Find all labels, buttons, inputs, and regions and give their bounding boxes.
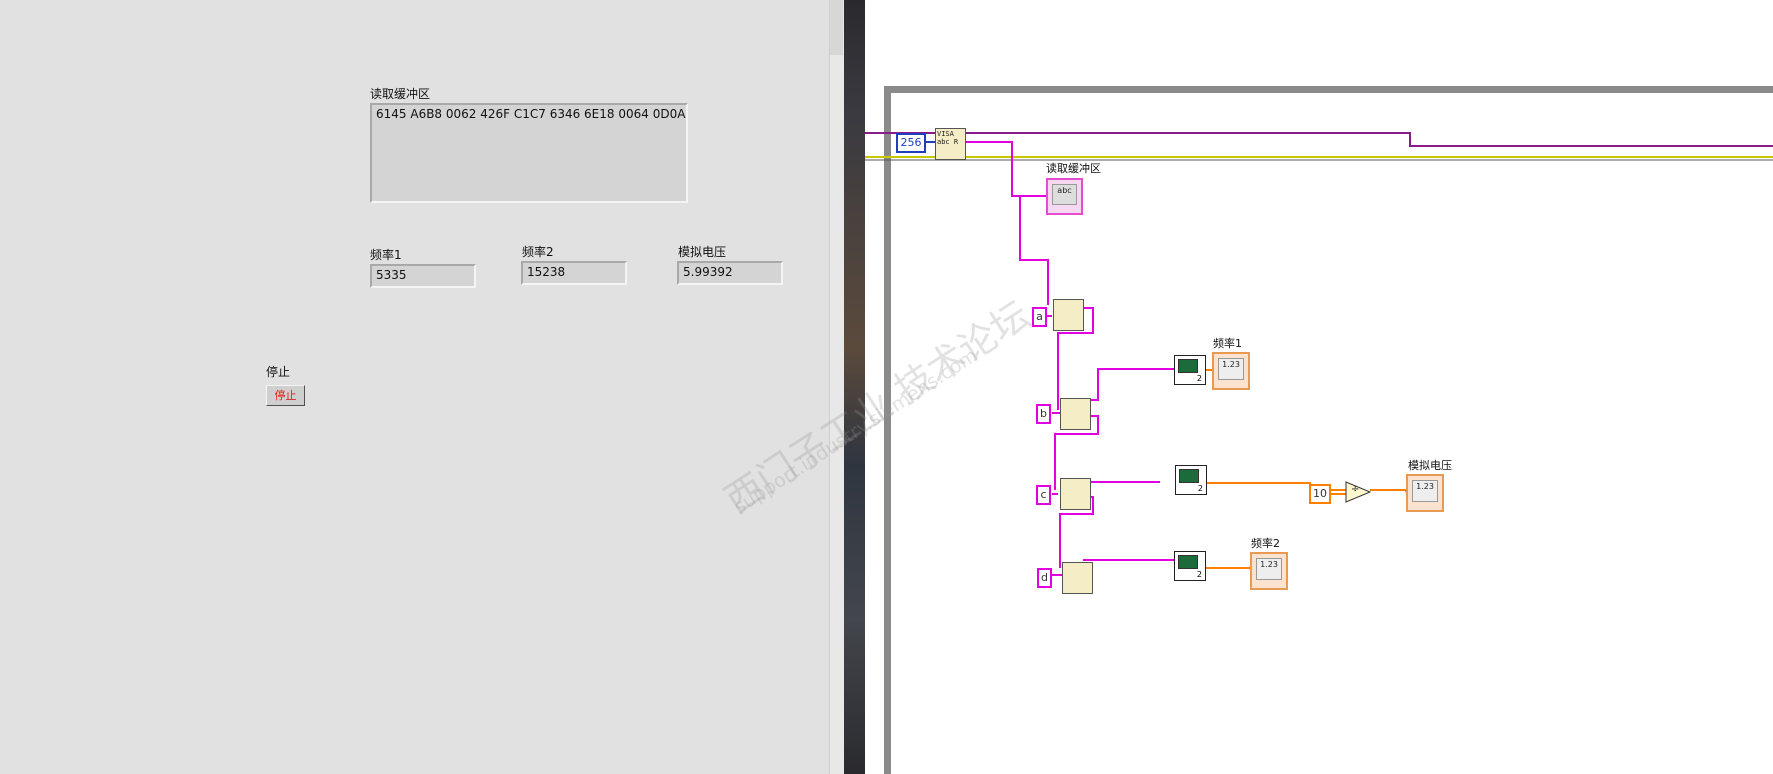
pattern-c-constant[interactable]: c bbox=[1036, 485, 1051, 505]
analog-voltage-terminal-label: 模拟电压 bbox=[1408, 459, 1452, 472]
read-buffer-terminal-text: abc bbox=[1052, 184, 1077, 205]
bytes-to-read-constant[interactable]: 256 bbox=[896, 133, 926, 153]
read-buffer-terminal-label: 读取缓冲区 bbox=[1046, 162, 1101, 175]
match-pattern-function-d[interactable] bbox=[1062, 562, 1093, 594]
pattern-d-constant[interactable]: d bbox=[1037, 568, 1052, 588]
freq2-terminal[interactable]: 1.23 bbox=[1250, 552, 1288, 590]
freq1-terminal-label: 频率1 bbox=[1213, 337, 1242, 350]
visa-read-function[interactable]: VISA abc R bbox=[935, 128, 966, 160]
pattern-a-constant[interactable]: a bbox=[1032, 307, 1047, 327]
read-buffer-terminal[interactable]: abc bbox=[1046, 178, 1083, 215]
wires bbox=[865, 132, 1773, 576]
match-pattern-function-a[interactable] bbox=[1053, 299, 1084, 331]
string-to-number-1[interactable]: 2 bbox=[1174, 355, 1206, 385]
freq1-terminal[interactable]: 1.23 bbox=[1212, 352, 1250, 390]
freq2-terminal-label: 频率2 bbox=[1251, 537, 1280, 550]
string-to-number-2[interactable]: 2 bbox=[1175, 465, 1207, 495]
string-to-number-3[interactable]: 2 bbox=[1174, 551, 1206, 581]
match-pattern-function-c[interactable] bbox=[1060, 478, 1091, 510]
divide-symbol: ÷ bbox=[1351, 484, 1360, 495]
match-pattern-function-b[interactable] bbox=[1060, 398, 1091, 430]
constant-ten[interactable]: 10 bbox=[1309, 484, 1331, 504]
pattern-b-constant[interactable]: b bbox=[1036, 404, 1051, 424]
analog-voltage-terminal[interactable]: 1.23 bbox=[1406, 474, 1444, 512]
